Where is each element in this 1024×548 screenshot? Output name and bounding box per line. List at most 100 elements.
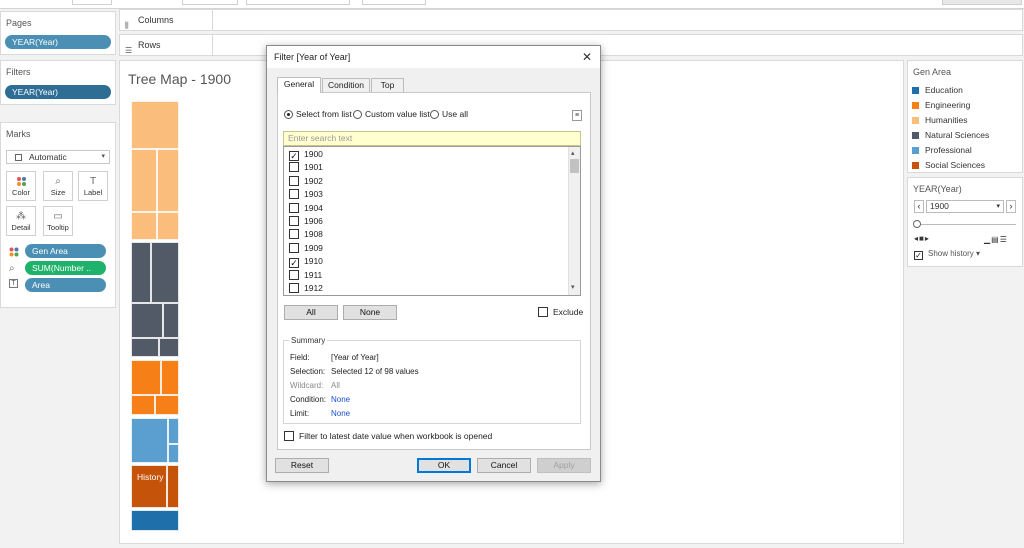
- list-item[interactable]: 1908: [289, 228, 323, 241]
- year-slider-thumb[interactable]: [913, 220, 921, 228]
- checkbox-unchecked[interactable]: [289, 283, 299, 293]
- scroll-up-icon[interactable]: ▴: [571, 149, 575, 157]
- checkbox-checked[interactable]: ✓: [289, 258, 299, 269]
- list-item[interactable]: 1901: [289, 161, 323, 174]
- list-item[interactable]: 1906: [289, 215, 323, 228]
- radio-select-from-list[interactable]: Select from list: [284, 109, 352, 119]
- playback-controls[interactable]: ◂■▸: [914, 234, 930, 243]
- treemap-tile[interactable]: [131, 101, 179, 149]
- none-button[interactable]: None: [343, 305, 397, 320]
- filters-pill[interactable]: YEAR(Year): [5, 85, 111, 99]
- summary-value[interactable]: None: [331, 409, 350, 418]
- value-list[interactable]: ✓ 1900 1901 1902 1903 1904 1906 1908 1909 ✓ 1910 19…: [283, 146, 581, 296]
- scrollbar[interactable]: ▴ ▾: [568, 147, 580, 295]
- checkbox-unchecked[interactable]: [289, 242, 299, 253]
- tab-condition[interactable]: Condition: [322, 78, 370, 92]
- checkbox-unchecked[interactable]: [289, 189, 299, 200]
- treemap-tile[interactable]: [131, 510, 179, 531]
- list-item[interactable]: ✓ 1910: [289, 255, 323, 269]
- scroll-down-icon[interactable]: ▾: [571, 283, 575, 291]
- legend-item[interactable]: Education: [912, 85, 963, 96]
- size-button[interactable]: ⌕ Size: [43, 171, 73, 201]
- list-item[interactable]: 1903: [289, 188, 323, 201]
- toolbar-tab-d[interactable]: [362, 0, 426, 5]
- show-history-checkbox[interactable]: ✓: [914, 251, 923, 260]
- list-item[interactable]: 1912: [289, 282, 323, 295]
- treemap-tile[interactable]: [131, 212, 157, 240]
- summary-value[interactable]: None: [331, 395, 350, 404]
- toolbar-tab-b[interactable]: [182, 0, 238, 5]
- legend-item[interactable]: Natural Sciences: [912, 130, 989, 141]
- latest-value-checkbox[interactable]: [284, 431, 294, 441]
- checkbox-unchecked[interactable]: [289, 229, 299, 240]
- list-item[interactable]: 1902: [289, 175, 323, 188]
- tab-top[interactable]: Top: [371, 78, 404, 92]
- exclude-checkbox[interactable]: [538, 307, 548, 317]
- apply-button[interactable]: Apply: [537, 458, 591, 473]
- gen-area-pill[interactable]: Gen Area: [25, 244, 106, 258]
- treemap-tile[interactable]: [131, 338, 159, 357]
- list-item[interactable]: 1904: [289, 202, 323, 215]
- list-menu-icon[interactable]: ≡: [572, 110, 582, 121]
- toolbar-tab-a[interactable]: [72, 0, 112, 5]
- sum-number-pill[interactable]: SUM(Number ..: [25, 261, 106, 275]
- tab-general[interactable]: General: [277, 77, 321, 93]
- exclude-toggle[interactable]: Exclude: [538, 307, 583, 317]
- cancel-button[interactable]: Cancel: [477, 458, 531, 473]
- treemap-tile[interactable]: [163, 303, 179, 338]
- checkbox-unchecked[interactable]: [289, 216, 299, 226]
- toolbar-tab-e[interactable]: [942, 0, 1022, 5]
- list-item[interactable]: ✓ 1900: [289, 148, 323, 161]
- speed-controls[interactable]: ▁▤☰: [984, 235, 1008, 244]
- toolbar-tab-c[interactable]: [246, 0, 350, 5]
- checkbox-checked[interactable]: ✓: [289, 151, 299, 161]
- year-slider-track[interactable]: [916, 224, 1016, 225]
- treemap-tile[interactable]: [131, 395, 155, 415]
- legend-item[interactable]: Engineering: [912, 100, 970, 111]
- checkbox-unchecked[interactable]: [289, 269, 299, 280]
- legend-item[interactable]: Humanities: [912, 115, 968, 126]
- all-button[interactable]: All: [284, 305, 338, 320]
- reset-button[interactable]: Reset: [275, 458, 329, 473]
- treemap-tile[interactable]: [131, 149, 157, 212]
- color-button[interactable]: Color: [6, 171, 36, 201]
- year-select[interactable]: 1900 ▾: [926, 200, 1004, 213]
- treemap-tile[interactable]: [131, 242, 151, 303]
- latest-value-toggle[interactable]: Filter to latest date value when workboo…: [284, 431, 492, 441]
- treemap-tile[interactable]: [159, 338, 179, 357]
- list-item[interactable]: 1909: [289, 242, 323, 255]
- ok-button[interactable]: OK: [417, 458, 471, 473]
- checkbox-unchecked[interactable]: [289, 162, 299, 173]
- label-button[interactable]: T Label: [78, 171, 108, 201]
- checkbox-unchecked[interactable]: [289, 175, 299, 186]
- treemap-tile[interactable]: [131, 418, 168, 463]
- treemap-tile[interactable]: [157, 212, 179, 240]
- radio-use-all[interactable]: Use all: [430, 109, 468, 119]
- treemap-tile[interactable]: [131, 303, 163, 338]
- treemap-tile[interactable]: [155, 395, 179, 415]
- search-input[interactable]: Enter search text: [283, 131, 581, 146]
- radio-custom-value-list[interactable]: Custom value list: [353, 109, 430, 119]
- pages-pill[interactable]: YEAR(Year): [5, 35, 111, 49]
- scroll-thumb[interactable]: [570, 159, 579, 173]
- treemap-tile[interactable]: [157, 149, 179, 212]
- columns-shelf[interactable]: ⫼ Columns: [119, 9, 1023, 31]
- list-item[interactable]: 1911: [289, 269, 322, 282]
- treemap-tile[interactable]: [131, 360, 161, 395]
- tooltip-button[interactable]: ▭ Tooltip: [43, 206, 73, 236]
- show-history-toggle[interactable]: ✓ Show history ▾: [914, 249, 980, 260]
- prev-year-button[interactable]: ‹: [914, 200, 924, 213]
- mark-type-dropdown[interactable]: Automatic ▾: [6, 150, 110, 164]
- checkbox-unchecked[interactable]: [289, 202, 299, 213]
- treemap-tile[interactable]: [168, 418, 179, 444]
- treemap-tile[interactable]: [161, 360, 179, 395]
- close-icon[interactable]: ✕: [582, 50, 592, 64]
- detail-button[interactable]: ⁂ Detail: [6, 206, 36, 236]
- treemap-tile[interactable]: [167, 465, 179, 508]
- next-year-button[interactable]: ›: [1006, 200, 1016, 213]
- treemap-tile[interactable]: [168, 444, 179, 463]
- area-pill[interactable]: Area: [25, 278, 106, 292]
- legend-item[interactable]: Social Sciences: [912, 160, 985, 171]
- treemap-tile[interactable]: [151, 242, 179, 303]
- legend-item[interactable]: Professional: [912, 145, 972, 156]
